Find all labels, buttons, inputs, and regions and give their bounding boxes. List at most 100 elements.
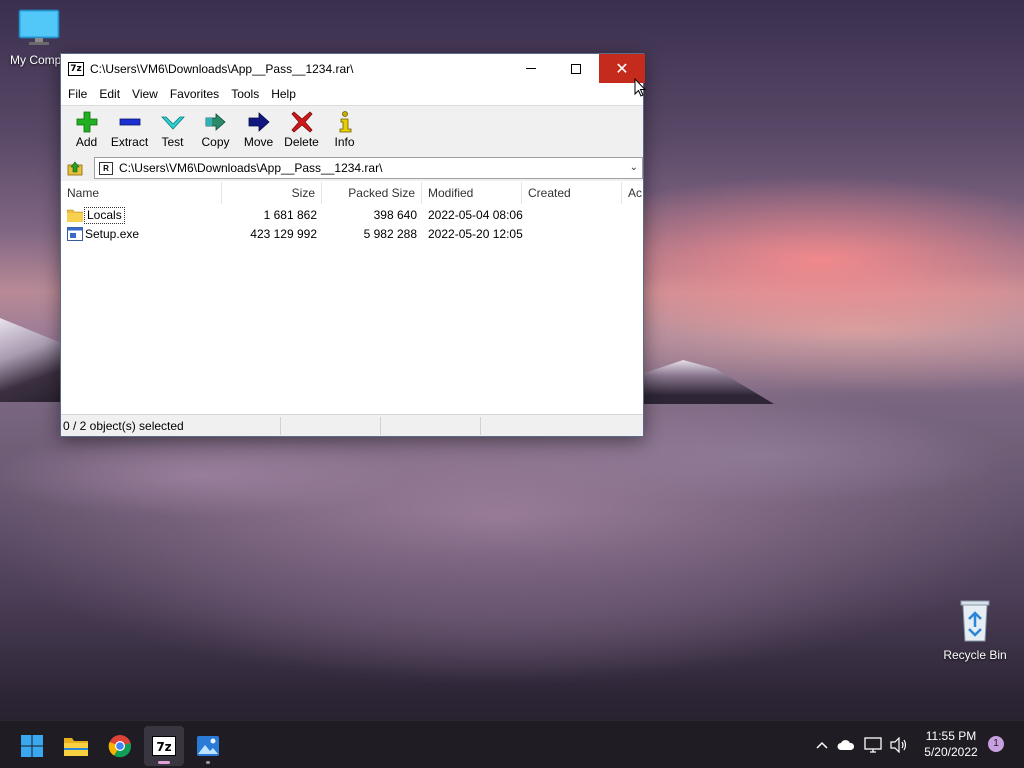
active-indicator [158,761,170,764]
menu-favorites[interactable]: Favorites [164,87,225,101]
row-packed-size: 398 640 [373,208,417,222]
column-headers: Name Size Packed Size Modified Created A… [61,182,643,204]
table-row[interactable]: Locals 1 681 862 398 640 2022-05-04 08:0… [61,206,643,225]
taskbar: 7z 11:55 PM 5/20/2022 [0,720,1024,768]
menu-edit[interactable]: Edit [93,87,126,101]
add-label: Add [75,135,98,149]
chrome-icon [108,735,132,758]
taskbar-7zip[interactable]: 7z [144,726,184,766]
table-row[interactable]: Setup.exe 423 129 992 5 982 288 2022-05-… [61,225,643,244]
row-name: Setup.exe [85,227,140,241]
test-button[interactable]: Test [151,106,194,154]
row-packed-size: 5 982 288 [363,227,417,241]
cloud-icon [837,740,855,750]
recycle-bin-icon [960,600,990,642]
clock-date: 5/20/2022 [924,745,978,759]
folder-icon [64,738,88,756]
clock-button[interactable]: 11:55 PM 5/20/2022 [912,728,990,760]
minimize-icon [526,68,536,69]
wallpaper-mountain-left [0,318,62,402]
rar-archive-icon: R [98,161,113,175]
row-name: Locals [84,207,125,224]
mouse-cursor-icon [634,78,646,97]
show-hidden-icons-button[interactable] [812,721,832,768]
arrow-right-icon [247,111,271,133]
address-path-combobox[interactable]: R C:\Users\VM6\Downloads\App__Pass__1234… [93,157,643,179]
column-header-created[interactable]: Created [522,182,622,204]
taskbar-chrome[interactable] [100,726,140,766]
column-header-name[interactable]: Name [61,182,222,204]
title-bar[interactable]: 7z C:\Users\VM6\Downloads\App__Pass__123… [61,54,645,83]
toolbar: Add Extract Test Copy Move Delete Info [61,105,643,155]
double-arrow-icon [204,111,228,133]
address-path-text: C:\Users\VM6\Downloads\App__Pass__1234.r… [118,161,383,175]
up-folder-icon [67,161,83,176]
network-button[interactable] [862,721,884,768]
windows-logo-icon [21,735,43,757]
column-header-modified[interactable]: Modified [422,182,522,204]
delete-label: Delete [284,135,319,149]
speaker-icon [890,737,907,753]
address-bar: R C:\Users\VM6\Downloads\App__Pass__1234… [61,155,643,181]
menu-bar: File Edit View Favorites Tools Help [61,83,643,105]
column-header-size[interactable]: Size [222,182,322,204]
row-modified: 2022-05-04 08:06 [428,208,523,222]
info-button[interactable]: Info [323,106,366,154]
x-icon [290,111,314,133]
row-size: 423 129 992 [250,227,317,241]
test-label: Test [161,135,184,149]
status-bar: 0 / 2 object(s) selected [61,414,643,436]
start-button[interactable] [12,726,52,766]
maximize-icon [571,63,581,74]
wallpaper-clouds [0,395,1024,725]
extract-button[interactable]: Extract [108,106,151,154]
copy-button[interactable]: Copy [194,106,237,154]
checkmark-icon [160,111,185,133]
volume-button[interactable] [888,721,910,768]
taskbar-photos[interactable] [188,726,228,766]
selection-status: 0 / 2 object(s) selected [63,419,184,433]
delete-button[interactable]: Delete [280,106,323,154]
folder-icon [67,209,83,222]
minimize-button[interactable] [508,54,554,83]
chevron-up-icon [816,741,828,749]
menu-tools[interactable]: Tools [225,87,265,101]
close-icon: ✕ [615,60,629,78]
status-divider [280,417,281,435]
7z-icon: 7z [152,736,176,756]
7zip-window: 7z C:\Users\VM6\Downloads\App__Pass__123… [60,53,645,437]
info-label: Info [334,135,355,149]
column-header-packed-size[interactable]: Packed Size [322,182,422,204]
exe-file-icon [67,227,83,241]
running-indicator [206,761,210,764]
desktop-icon-label: Recycle Bin [943,648,1007,662]
file-list[interactable]: Name Size Packed Size Modified Created A… [61,182,643,412]
status-divider [480,417,481,435]
move-label: Move [243,135,274,149]
row-size: 1 681 862 [263,208,317,222]
menu-view[interactable]: View [126,87,164,101]
clock-time: 11:55 PM [925,729,977,743]
minus-icon [118,111,142,133]
notification-badge[interactable]: 1 [988,736,1004,752]
maximize-button[interactable] [553,54,599,83]
row-modified: 2022-05-20 12:05 [428,227,523,241]
window-title: C:\Users\VM6\Downloads\App__Pass__1234.r… [90,61,354,76]
desktop-icon-recycle-bin[interactable]: Recycle Bin [936,597,1014,662]
taskbar-file-explorer[interactable] [56,726,96,766]
copy-label: Copy [201,135,230,149]
photos-icon [197,736,219,756]
move-button[interactable]: Move [237,106,280,154]
add-button[interactable]: Add [65,106,108,154]
chevron-down-icon[interactable]: ⌄ [630,162,638,173]
menu-file[interactable]: File [62,87,93,101]
status-divider [380,417,381,435]
extract-label: Extract [110,135,149,149]
onedrive-button[interactable] [836,721,856,768]
column-header-accessed[interactable]: Ac [622,182,643,204]
monitor-icon [18,9,60,45]
7zip-app-icon: 7z [68,61,84,76]
up-folder-button[interactable] [64,157,86,179]
menu-help[interactable]: Help [265,87,302,101]
plus-icon [75,111,99,133]
